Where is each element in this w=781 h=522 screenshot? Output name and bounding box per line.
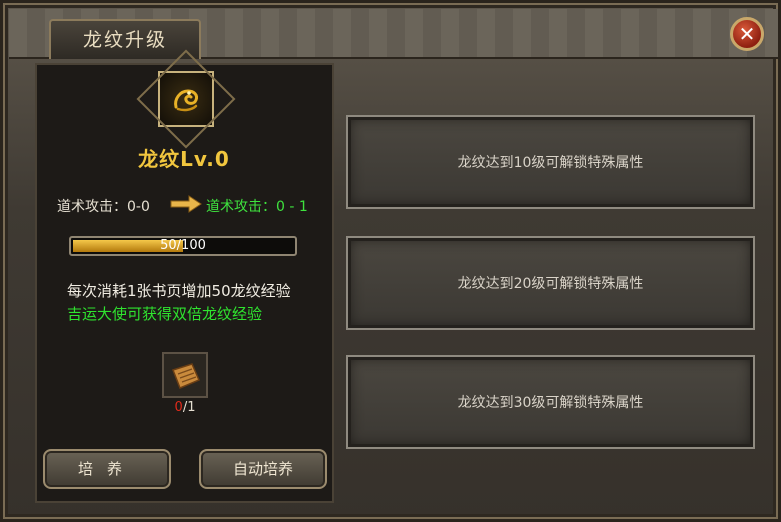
item-count: 0/1	[153, 400, 217, 415]
unlock-slot-text: 龙纹达到10级可解锁特殊属性	[457, 155, 644, 171]
arrow-right-icon	[170, 195, 202, 213]
dragon-emblem-frame	[158, 71, 214, 127]
experience-bar-text: 50/100	[160, 238, 206, 253]
unlock-slot-10: 龙纹达到10级可解锁特殊属性	[346, 115, 755, 209]
bonus-description: 吉运大使可获得双倍龙纹经验	[67, 305, 263, 323]
experience-bar: 50/100	[69, 236, 297, 256]
title-tab: 龙纹升级	[49, 19, 201, 59]
unlock-slot-text: 龙纹达到30级可解锁特殊属性	[457, 395, 644, 411]
window-title: 龙纹升级	[82, 29, 167, 51]
item-slot[interactable]	[162, 352, 208, 398]
current-attribute: 道术攻击：0-0	[57, 199, 150, 215]
close-icon[interactable]: ✕	[739, 22, 756, 46]
cultivate-button[interactable]: 培养	[43, 449, 171, 489]
title-bar: 龙纹升级	[9, 9, 778, 59]
cost-description: 每次消耗1张书页增加50龙纹经验	[67, 282, 291, 300]
auto-cultivate-button[interactable]: 自动培养	[199, 449, 327, 489]
dragon-emblem-icon	[160, 73, 212, 125]
close-button[interactable]: ✕	[730, 17, 764, 51]
item-need-count: /1	[182, 400, 196, 415]
dragon-upgrade-window: 龙纹升级 ✕ 龙纹Lv.0 道术攻击：0-0 道术攻击：0 - 1 50/100…	[0, 0, 781, 522]
book-page-icon	[172, 363, 200, 389]
unlock-slot-text: 龙纹达到20级可解锁特殊属性	[457, 276, 644, 292]
item-have-count: 0	[174, 400, 183, 415]
unlock-slot-20: 龙纹达到20级可解锁特殊属性	[346, 236, 755, 330]
dragon-icon	[174, 89, 198, 112]
next-attribute: 道术攻击：0 - 1	[206, 199, 308, 215]
unlock-slot-30: 龙纹达到30级可解锁特殊属性	[346, 355, 755, 449]
dragon-level-label: 龙纹Lv.0	[138, 147, 230, 171]
